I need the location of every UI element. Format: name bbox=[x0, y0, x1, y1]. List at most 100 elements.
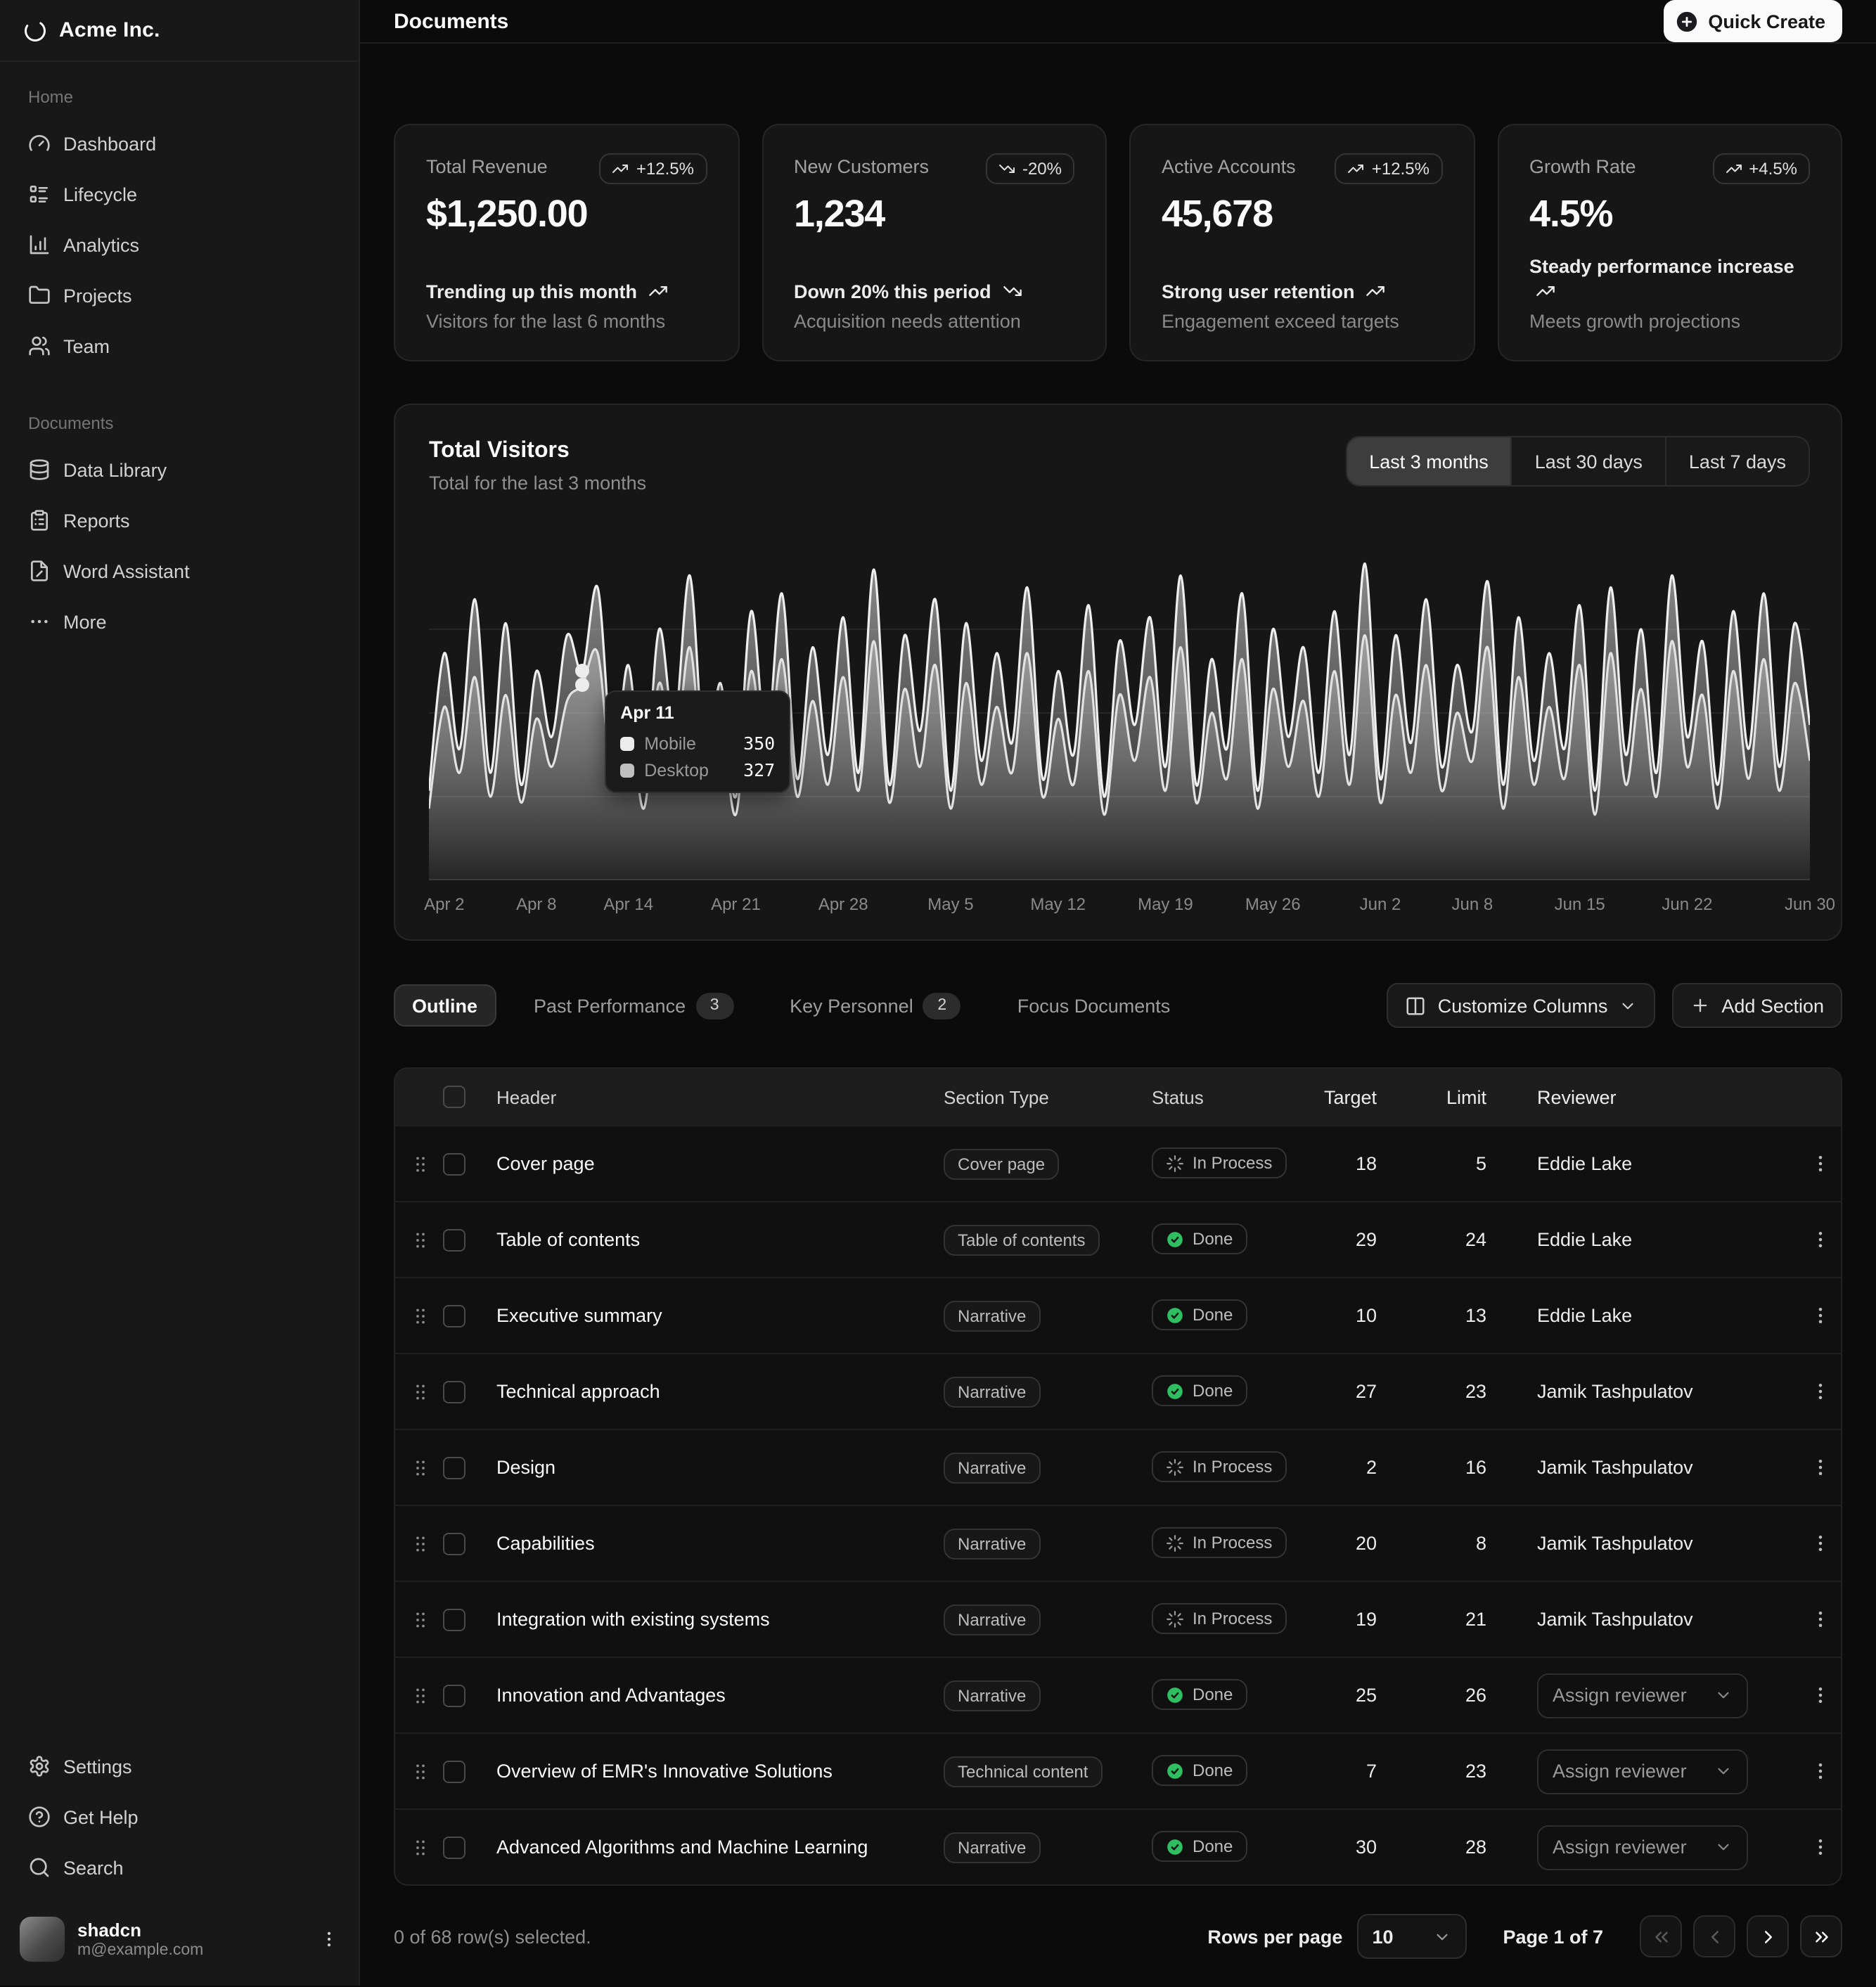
range-last-3-months[interactable]: Last 3 months bbox=[1347, 437, 1511, 485]
drag-handle-icon[interactable] bbox=[409, 1304, 432, 1327]
target-value[interactable]: 20 bbox=[1309, 1533, 1394, 1554]
target-value[interactable]: 27 bbox=[1309, 1381, 1394, 1402]
sidebar-item-reports[interactable]: Reports bbox=[17, 498, 342, 543]
limit-value[interactable]: 5 bbox=[1394, 1153, 1503, 1174]
limit-value[interactable]: 8 bbox=[1394, 1533, 1503, 1554]
row-checkbox[interactable] bbox=[443, 1684, 465, 1706]
drag-handle-icon[interactable] bbox=[409, 1684, 432, 1706]
rows-per-page-select[interactable]: 10 bbox=[1356, 1914, 1466, 1959]
target-value[interactable]: 30 bbox=[1309, 1837, 1394, 1858]
sidebar-brand[interactable]: Acme Inc. bbox=[0, 0, 359, 62]
drag-handle-icon[interactable] bbox=[409, 1228, 432, 1251]
drag-handle-icon[interactable] bbox=[409, 1836, 432, 1858]
row-header[interactable]: Design bbox=[485, 1457, 944, 1478]
limit-value[interactable]: 23 bbox=[1394, 1761, 1503, 1782]
row-actions-button[interactable] bbox=[1804, 1678, 1836, 1712]
target-value[interactable]: 2 bbox=[1309, 1457, 1394, 1478]
row-header[interactable]: Executive summary bbox=[485, 1305, 944, 1326]
target-value[interactable]: 29 bbox=[1309, 1229, 1394, 1250]
row-header[interactable]: Innovation and Advantages bbox=[485, 1685, 944, 1706]
sidebar-item-word-assistant[interactable]: Word Assistant bbox=[17, 548, 342, 593]
tab-focus-documents[interactable]: Focus Documents bbox=[999, 984, 1189, 1027]
drag-handle-icon[interactable] bbox=[409, 1152, 432, 1175]
row-actions-button[interactable] bbox=[1804, 1602, 1836, 1636]
next-page-button[interactable] bbox=[1747, 1915, 1789, 1957]
sidebar-item-more[interactable]: More bbox=[17, 599, 342, 644]
stat-value: 4.5% bbox=[1529, 193, 1810, 236]
sidebar-item-get-help[interactable]: Get Help bbox=[17, 1794, 342, 1839]
visitors-area-chart[interactable]: Apr 11 Mobile 350 Desktop 327 bbox=[429, 546, 1810, 880]
range-last-7-days[interactable]: Last 7 days bbox=[1665, 437, 1808, 485]
target-value[interactable]: 18 bbox=[1309, 1153, 1394, 1174]
row-header[interactable]: Capabilities bbox=[485, 1533, 944, 1554]
row-actions-button[interactable] bbox=[1804, 1526, 1836, 1560]
assign-reviewer-select[interactable]: Assign reviewer bbox=[1537, 1749, 1748, 1794]
drag-handle-icon[interactable] bbox=[409, 1608, 432, 1631]
chart-tooltip: Apr 11 Mobile 350 Desktop 327 bbox=[605, 691, 790, 794]
row-header[interactable]: Advanced Algorithms and Machine Learning bbox=[485, 1837, 944, 1858]
row-header[interactable]: Integration with existing systems bbox=[485, 1609, 944, 1630]
row-actions-button[interactable] bbox=[1804, 1754, 1836, 1788]
tab-outline[interactable]: Outline bbox=[394, 984, 496, 1027]
sidebar-item-settings[interactable]: Settings bbox=[17, 1744, 342, 1789]
row-checkbox[interactable] bbox=[443, 1380, 465, 1403]
sidebar-item-dashboard[interactable]: Dashboard bbox=[17, 121, 342, 166]
row-actions-button[interactable] bbox=[1804, 1451, 1836, 1484]
drag-handle-icon[interactable] bbox=[409, 1532, 432, 1555]
limit-value[interactable]: 26 bbox=[1394, 1685, 1503, 1706]
target-value[interactable]: 7 bbox=[1309, 1761, 1394, 1782]
quick-create-button[interactable]: Quick Create bbox=[1663, 0, 1842, 42]
row-actions-button[interactable] bbox=[1804, 1147, 1836, 1181]
target-value[interactable]: 25 bbox=[1309, 1685, 1394, 1706]
sidebar-item-search[interactable]: Search bbox=[17, 1845, 342, 1890]
previous-page-button[interactable] bbox=[1693, 1915, 1735, 1957]
row-actions-button[interactable] bbox=[1804, 1830, 1836, 1864]
row-checkbox[interactable] bbox=[443, 1836, 465, 1858]
x-axis-tick: Apr 21 bbox=[711, 894, 761, 914]
row-header[interactable]: Overview of EMR's Innovative Solutions bbox=[485, 1761, 944, 1782]
target-value[interactable]: 19 bbox=[1309, 1609, 1394, 1630]
row-actions-button[interactable] bbox=[1804, 1375, 1836, 1408]
row-checkbox[interactable] bbox=[443, 1228, 465, 1251]
limit-value[interactable]: 13 bbox=[1394, 1305, 1503, 1326]
drag-handle-icon[interactable] bbox=[409, 1380, 432, 1403]
stat-footer-subtitle: Engagement exceed targets bbox=[1162, 311, 1442, 332]
sidebar-item-projects[interactable]: Projects bbox=[17, 273, 342, 318]
limit-value[interactable]: 28 bbox=[1394, 1837, 1503, 1858]
tab-past-performance[interactable]: Past Performance3 bbox=[515, 984, 752, 1027]
row-checkbox[interactable] bbox=[443, 1304, 465, 1327]
assign-reviewer-select[interactable]: Assign reviewer bbox=[1537, 1825, 1748, 1870]
target-value[interactable]: 10 bbox=[1309, 1305, 1394, 1326]
sidebar-item-lifecycle[interactable]: Lifecycle bbox=[17, 172, 342, 217]
tab-key-personnel[interactable]: Key Personnel2 bbox=[771, 984, 979, 1027]
limit-value[interactable]: 21 bbox=[1394, 1609, 1503, 1630]
row-checkbox[interactable] bbox=[443, 1152, 465, 1175]
range-last-30-days[interactable]: Last 30 days bbox=[1511, 437, 1665, 485]
customize-columns-button[interactable]: Customize Columns bbox=[1387, 983, 1656, 1028]
row-header[interactable]: Table of contents bbox=[485, 1229, 944, 1250]
row-actions-button[interactable] bbox=[1804, 1299, 1836, 1332]
kebab-menu-icon[interactable] bbox=[319, 1929, 339, 1949]
last-page-button[interactable] bbox=[1800, 1915, 1842, 1957]
drag-handle-icon[interactable] bbox=[409, 1456, 432, 1479]
row-checkbox[interactable] bbox=[443, 1760, 465, 1782]
sidebar-item-data-library[interactable]: Data Library bbox=[17, 447, 342, 492]
assign-reviewer-select[interactable]: Assign reviewer bbox=[1537, 1673, 1748, 1718]
topbar: Documents Quick Create bbox=[360, 0, 1876, 44]
first-page-button[interactable] bbox=[1640, 1915, 1682, 1957]
drag-handle-icon[interactable] bbox=[409, 1760, 432, 1782]
sidebar-item-team[interactable]: Team bbox=[17, 323, 342, 368]
sidebar-item-analytics[interactable]: Analytics bbox=[17, 222, 342, 267]
row-checkbox[interactable] bbox=[443, 1532, 465, 1555]
row-header[interactable]: Cover page bbox=[485, 1153, 944, 1174]
limit-value[interactable]: 23 bbox=[1394, 1381, 1503, 1402]
row-header[interactable]: Technical approach bbox=[485, 1381, 944, 1402]
user-menu[interactable]: shadcn m@example.com bbox=[11, 1910, 347, 1969]
row-checkbox[interactable] bbox=[443, 1456, 465, 1479]
row-checkbox[interactable] bbox=[443, 1608, 465, 1631]
limit-value[interactable]: 24 bbox=[1394, 1229, 1503, 1250]
add-section-button[interactable]: Add Section bbox=[1672, 983, 1842, 1028]
limit-value[interactable]: 16 bbox=[1394, 1457, 1503, 1478]
row-actions-button[interactable] bbox=[1804, 1223, 1836, 1256]
select-all-checkbox[interactable] bbox=[443, 1086, 465, 1108]
